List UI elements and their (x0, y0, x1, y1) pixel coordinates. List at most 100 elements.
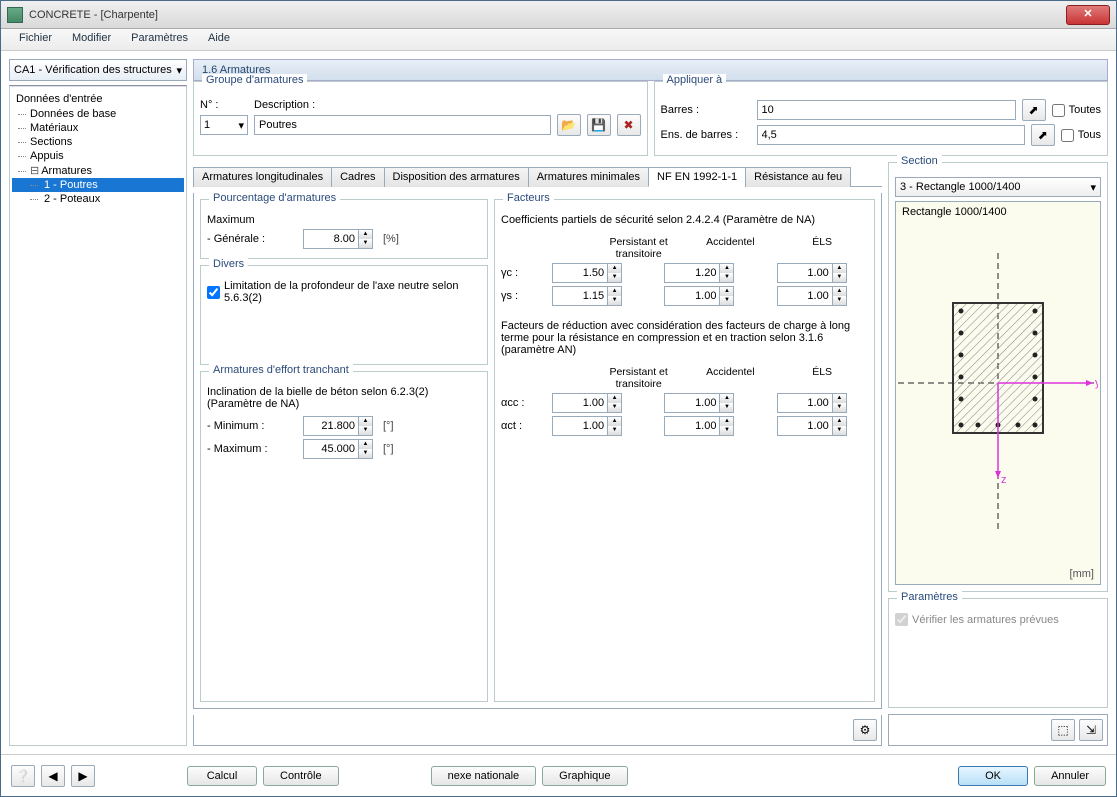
pct-input[interactable] (303, 229, 359, 249)
up-icon[interactable]: ▲ (720, 394, 733, 403)
down-icon[interactable]: ▼ (720, 403, 733, 412)
act-3[interactable]: ▲▼ (777, 416, 847, 436)
graph-button[interactable]: Graphique (542, 766, 627, 786)
close-button[interactable]: ✕ (1066, 5, 1110, 25)
case-selector-label: CA1 - Vérification des structures (14, 64, 172, 76)
up-icon[interactable]: ▲ (608, 417, 621, 426)
down-icon[interactable]: ▼ (833, 296, 846, 305)
down-icon[interactable]: ▼ (608, 296, 621, 305)
acc-1[interactable]: ▲▼ (552, 393, 622, 413)
shear-max-input[interactable] (303, 439, 359, 459)
tree-sections[interactable]: Sections (12, 135, 184, 149)
cancel-button[interactable]: Annuler (1034, 766, 1106, 786)
checkbox-icon (895, 613, 908, 626)
up-icon[interactable]: ▲ (833, 264, 846, 273)
shear-min-spinner[interactable]: ▲▼ (303, 416, 373, 436)
shear-min-input[interactable] (303, 416, 359, 436)
checkbox-icon[interactable] (1061, 129, 1074, 142)
all-bars-check[interactable]: Toutes (1052, 104, 1101, 117)
act-1[interactable]: ▲▼ (552, 416, 622, 436)
up-icon[interactable]: ▲ (608, 287, 621, 296)
calcul-button[interactable]: Calcul (187, 766, 257, 786)
menu-fichier[interactable]: Fichier (9, 29, 62, 50)
shear-max-spinner[interactable]: ▲▼ (303, 439, 373, 459)
pct-spinner[interactable]: ▲▼ (303, 229, 373, 249)
down-icon[interactable]: ▼ (720, 296, 733, 305)
collapse-icon[interactable]: ⊟ (30, 165, 39, 177)
up-icon[interactable]: ▲ (720, 417, 733, 426)
tab-minimales[interactable]: Armatures minimales (528, 167, 649, 187)
tab-longitudinal[interactable]: Armatures longitudinales (193, 167, 332, 187)
down-icon[interactable]: ▼ (833, 403, 846, 412)
no-select[interactable]: 1▾ (200, 115, 248, 135)
up-icon[interactable]: ▲ (833, 417, 846, 426)
gc-2[interactable]: ▲▼ (664, 263, 734, 283)
expand-icon[interactable]: ⬚ (1051, 719, 1075, 741)
checkbox-icon[interactable] (207, 286, 220, 299)
gs-1[interactable]: ▲▼ (552, 286, 622, 306)
up-icon[interactable]: ▲ (833, 287, 846, 296)
menu-aide[interactable]: Aide (198, 29, 240, 50)
down-icon[interactable]: ▼ (833, 273, 846, 282)
bars-label: Barres : (661, 104, 751, 116)
up-icon[interactable]: ▲ (359, 417, 372, 426)
help-icon[interactable]: ❔ (11, 765, 35, 787)
up-icon[interactable]: ▲ (720, 264, 733, 273)
gc-3[interactable]: ▲▼ (777, 263, 847, 283)
ok-button[interactable]: OK (958, 766, 1028, 786)
down-icon[interactable]: ▼ (608, 273, 621, 282)
gs-3[interactable]: ▲▼ (777, 286, 847, 306)
next-icon[interactable]: ▶ (71, 765, 95, 787)
up-icon[interactable]: ▲ (833, 394, 846, 403)
down-icon[interactable]: ▼ (359, 239, 372, 248)
menu-modifier[interactable]: Modifier (62, 29, 121, 50)
case-selector[interactable]: CA1 - Vérification des structures ▾ (9, 59, 187, 81)
down-icon[interactable]: ▼ (720, 273, 733, 282)
act-2[interactable]: ▲▼ (664, 416, 734, 436)
down-icon[interactable]: ▼ (833, 426, 846, 435)
tree-appuis[interactable]: Appuis (12, 149, 184, 163)
nexe-button[interactable]: nexe nationale (431, 766, 537, 786)
tree-armatures-poutres[interactable]: 1 - Poutres (12, 178, 184, 192)
tree-root[interactable]: Données d'entrée (12, 91, 184, 107)
up-icon[interactable]: ▲ (608, 264, 621, 273)
acc-3[interactable]: ▲▼ (777, 393, 847, 413)
open-icon[interactable]: 📂 (557, 114, 581, 136)
save-icon[interactable]: 💾 (587, 114, 611, 136)
tab-feu[interactable]: Résistance au feu (745, 167, 851, 187)
sets-input[interactable] (757, 125, 1025, 145)
down-icon[interactable]: ▼ (359, 426, 372, 435)
section-select[interactable]: 3 - Rectangle 1000/1400 ▾ (895, 177, 1101, 197)
bars-input[interactable] (757, 100, 1016, 120)
down-icon[interactable]: ▼ (608, 403, 621, 412)
prev-icon[interactable]: ◀ (41, 765, 65, 787)
all-sets-check[interactable]: Tous (1061, 129, 1101, 142)
up-icon[interactable]: ▲ (359, 230, 372, 239)
down-icon[interactable]: ▼ (359, 449, 372, 458)
delete-icon[interactable]: ✖ (617, 114, 641, 136)
tree-materiaux[interactable]: Matériaux (12, 121, 184, 135)
tab-cadres[interactable]: Cadres (331, 167, 384, 187)
desc-input[interactable] (254, 115, 551, 135)
up-icon[interactable]: ▲ (608, 394, 621, 403)
menu-parametres[interactable]: Paramètres (121, 29, 198, 50)
up-icon[interactable]: ▲ (720, 287, 733, 296)
down-icon[interactable]: ▼ (608, 426, 621, 435)
divers-check[interactable]: Limitation de la profondeur de l'axe neu… (207, 280, 481, 304)
tree-armatures-poteaux[interactable]: 2 - Poteaux (12, 192, 184, 206)
tree-donnees-base[interactable]: Données de base (12, 107, 184, 121)
export-icon[interactable]: ⇲ (1079, 719, 1103, 741)
checkbox-icon[interactable] (1052, 104, 1065, 117)
pick-sets-icon[interactable]: ⬈ (1031, 124, 1055, 146)
down-icon[interactable]: ▼ (720, 426, 733, 435)
tab-nfen[interactable]: NF EN 1992-1-1 (648, 167, 746, 187)
gc-1[interactable]: ▲▼ (552, 263, 622, 283)
tab-disposition[interactable]: Disposition des armatures (384, 167, 529, 187)
gs-2[interactable]: ▲▼ (664, 286, 734, 306)
up-icon[interactable]: ▲ (359, 440, 372, 449)
pick-bars-icon[interactable]: ⬈ (1022, 99, 1046, 121)
controle-button[interactable]: Contrôle (263, 766, 339, 786)
acc-2[interactable]: ▲▼ (664, 393, 734, 413)
tree-armatures[interactable]: ⊟Armatures (12, 163, 184, 178)
settings-icon[interactable]: ⚙ (853, 719, 877, 741)
